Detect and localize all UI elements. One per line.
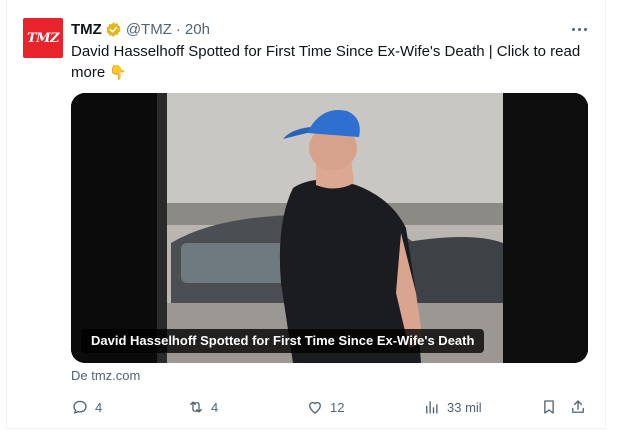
timestamp[interactable]: 20h: [185, 21, 210, 38]
post-header: TMZ @TMZ · 20h: [71, 19, 210, 39]
bookmark-icon: [544, 400, 554, 414]
reply-count: 4: [95, 399, 103, 415]
repost-button[interactable]: 4: [187, 396, 218, 418]
handle[interactable]: @TMZ: [126, 21, 172, 38]
reply-icon: [73, 400, 87, 414]
share-button[interactable]: [569, 396, 587, 418]
avatar-logo-text: TMZ: [26, 30, 60, 46]
verified-badge-icon: [106, 21, 121, 37]
views-icon: [426, 401, 438, 414]
display-name[interactable]: TMZ: [71, 21, 102, 38]
share-icon: [572, 400, 584, 413]
photo-illustration: [71, 93, 588, 363]
like-icon: [309, 401, 321, 414]
like-count: 12: [330, 399, 345, 415]
media-caption: David Hasselhoff Spotted for First Time …: [81, 329, 485, 353]
post-text-body: David Hasselhoff Spotted for First Time …: [71, 43, 581, 81]
post-text: David Hasselhoff Spotted for First Time …: [71, 41, 591, 83]
avatar[interactable]: TMZ: [23, 18, 63, 58]
separator-dot: ·: [175, 20, 181, 38]
media-image[interactable]: David Hasselhoff Spotted for First Time …: [71, 93, 588, 363]
like-button[interactable]: 12: [306, 396, 344, 418]
views-count: 33 mil: [447, 399, 482, 415]
views-button[interactable]: 33 mil: [423, 396, 482, 418]
repost-icon: [190, 401, 202, 413]
repost-count: 4: [211, 399, 219, 415]
link-source[interactable]: De tmz.com: [71, 368, 140, 383]
reply-button[interactable]: 4: [71, 396, 102, 418]
bookmark-button[interactable]: [540, 396, 558, 418]
action-bar: 4 4 12 33 mil: [71, 396, 591, 418]
more-icon[interactable]: [568, 19, 590, 39]
pointing-down-emoji: 👇: [109, 64, 127, 80]
